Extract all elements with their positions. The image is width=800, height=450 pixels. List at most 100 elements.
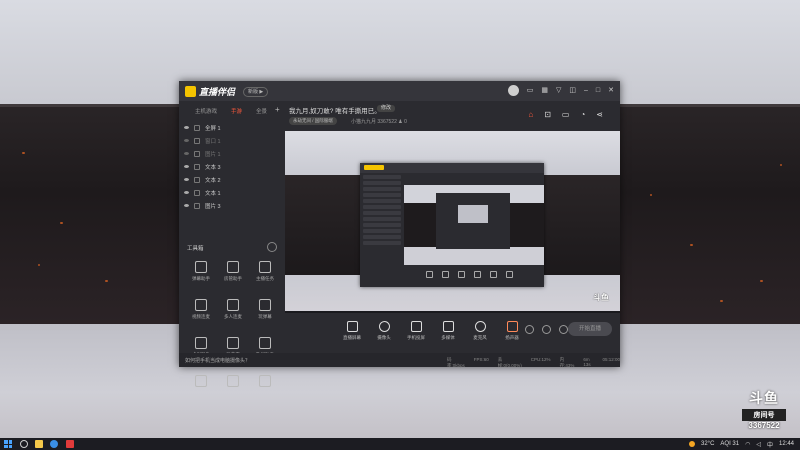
tool-icon xyxy=(259,375,271,387)
close-icon[interactable]: ✕ xyxy=(608,85,614,96)
app-name: 直播伴侣 xyxy=(199,87,236,97)
library-icon xyxy=(227,337,239,349)
multi-link-icon xyxy=(227,299,239,311)
toolbox-settings-icon[interactable] xyxy=(267,242,277,252)
source-list: 全屏 1 窗口 1 图片 1 文本 3 文本 2 文本 1 图片 3 xyxy=(179,121,284,212)
source-item[interactable]: 全屏 1 xyxy=(179,121,284,134)
network-icon[interactable]: ◠ xyxy=(745,441,750,448)
gift-icon[interactable]: ◫ xyxy=(569,85,576,96)
eye-icon[interactable] xyxy=(184,165,189,168)
media-button[interactable]: 多媒体 xyxy=(437,321,459,341)
microphone-button[interactable]: 麦克风 xyxy=(469,321,491,341)
eye-icon[interactable] xyxy=(184,204,189,207)
app-logo: 直播伴侣 xyxy=(185,85,235,98)
lock-icon[interactable] xyxy=(194,176,200,183)
stream-preview[interactable]: 斗鱼 xyxy=(285,131,620,313)
tool-multi-link[interactable]: 多人连麦 xyxy=(217,299,249,329)
gift-box-icon[interactable]: ⌂ xyxy=(528,110,533,119)
lock-room-icon[interactable]: ⊡ xyxy=(544,110,551,119)
version-badge[interactable]: 新版 ▶ xyxy=(243,87,269,97)
source-item[interactable]: 图片 3 xyxy=(179,199,284,212)
chat-icon[interactable]: ▭ xyxy=(527,85,534,96)
lock-icon[interactable] xyxy=(194,189,200,196)
lock-icon[interactable] xyxy=(194,137,200,144)
tool-danmu-game[interactable]: 玩弹幕 xyxy=(249,299,281,329)
search-icon[interactable] xyxy=(20,440,28,448)
record-icon[interactable] xyxy=(525,325,534,334)
brand-mark-icon xyxy=(185,86,196,97)
clock[interactable]: 12:44 xyxy=(779,441,794,447)
minimize-icon[interactable]: – xyxy=(584,85,588,96)
room-meta: 小猫九九月 3367522 ♟ 0 xyxy=(351,118,407,125)
source-item[interactable]: 文本 2 xyxy=(179,173,284,186)
screen-capture-button[interactable]: 直播屏幕 xyxy=(341,321,363,341)
browser-icon[interactable] xyxy=(50,440,58,448)
streaming-app-icon[interactable] xyxy=(66,440,74,448)
admin-icon xyxy=(227,261,239,273)
online-count: 0 xyxy=(404,119,407,125)
tool-streamer-task[interactable]: 主播任务 xyxy=(249,261,281,291)
eye-preview-icon[interactable] xyxy=(542,325,551,334)
start-menu-icon[interactable] xyxy=(4,440,12,448)
tab-panorama[interactable]: 全景 xyxy=(256,107,267,117)
scene-tabs: 主机游戏 手游 全景 + xyxy=(179,101,284,117)
tool-icon xyxy=(227,375,239,387)
tool-video-link[interactable]: 视频连麦 xyxy=(185,299,217,329)
speaker-icon xyxy=(506,321,518,332)
lock-icon[interactable] xyxy=(194,150,200,157)
room-title: 我九月,奴刀敢? 唯有手撕用已。 xyxy=(289,108,381,115)
lock-icon[interactable] xyxy=(194,163,200,170)
shirt-icon[interactable]: ▽ xyxy=(556,85,561,96)
lock-icon[interactable] xyxy=(194,202,200,209)
help-tip-link[interactable]: 如何把手机当成电脑摄像头？ xyxy=(185,357,250,364)
add-scene-button[interactable]: + xyxy=(275,105,280,114)
eye-icon[interactable] xyxy=(184,152,189,155)
tool-danmu-assistant[interactable]: 弹幕助手 xyxy=(185,261,217,291)
viewer-icon: ♟ xyxy=(398,119,403,125)
tool-extra-1[interactable] xyxy=(185,375,217,405)
eye-icon[interactable] xyxy=(184,126,189,129)
maximize-icon[interactable]: □ xyxy=(596,85,600,96)
lock-icon[interactable] xyxy=(194,124,200,131)
system-tray: 32°C AQI 31 ◠ ◁ 中 12:44 xyxy=(689,439,794,449)
source-item[interactable]: 窗口 1 xyxy=(179,134,284,147)
source-item[interactable]: 文本 3 xyxy=(179,160,284,173)
nested-logo-icon xyxy=(364,165,384,170)
eye-icon[interactable] xyxy=(184,178,189,181)
windows-taskbar: 32°C AQI 31 ◠ ◁ 中 12:44 xyxy=(0,438,800,450)
user-avatar[interactable] xyxy=(507,85,519,96)
edit-title-button[interactable]: 修改 xyxy=(377,105,396,112)
tab-mobile[interactable]: 手游 xyxy=(231,107,242,117)
scene-sidebar: 主机游戏 手游 全景 + 全屏 1 窗口 1 图片 1 文本 3 文本 2 文本… xyxy=(179,101,284,387)
ime-indicator[interactable]: 中 xyxy=(767,440,773,449)
phone-cast-button[interactable]: 手机投屏 xyxy=(405,321,427,341)
task-icon xyxy=(259,261,271,273)
category-badge[interactable]: 永劫无间 / 国际服端 xyxy=(289,117,337,125)
title-bar[interactable]: 直播伴侣 新版 ▶ ▭ ▦ ▽ ◫ – □ ✕ xyxy=(179,81,620,101)
start-live-button[interactable]: 开始直播 xyxy=(568,322,612,336)
screen-icon[interactable]: ▭ xyxy=(562,110,570,119)
tool-extra-2[interactable] xyxy=(217,375,249,405)
settings-icon[interactable] xyxy=(559,325,568,334)
tool-icon xyxy=(195,375,207,387)
tool-extra-3[interactable] xyxy=(249,375,281,405)
lyrics-icon xyxy=(259,337,271,349)
volume-icon[interactable]: ◁ xyxy=(756,441,761,448)
tab-console[interactable]: 主机游戏 xyxy=(195,107,217,117)
grid-icon[interactable]: ▦ xyxy=(541,85,548,96)
file-explorer-icon[interactable] xyxy=(35,440,43,448)
camera-icon xyxy=(378,321,390,332)
camera-button[interactable]: 摄像头 xyxy=(373,321,395,341)
stream-stats: 码率:0kbps FPS:60 丢帧:0(0.00%) CPU:12% 内存:4… xyxy=(447,357,620,368)
share-icon[interactable]: ⋖ xyxy=(596,110,603,119)
eye-icon[interactable] xyxy=(184,139,189,142)
speaker-button[interactable]: 扬声器 xyxy=(501,321,523,341)
weather-icon[interactable] xyxy=(689,441,695,447)
source-item[interactable]: 文本 1 xyxy=(179,186,284,199)
bell-icon[interactable]: ◔ xyxy=(580,110,585,119)
eye-icon[interactable] xyxy=(184,191,189,194)
source-item[interactable]: 图片 1 xyxy=(179,147,284,160)
toolbox-title: 工具箱 xyxy=(187,246,204,252)
monitor-icon xyxy=(346,321,358,332)
tool-room-admin[interactable]: 房管助手 xyxy=(217,261,249,291)
